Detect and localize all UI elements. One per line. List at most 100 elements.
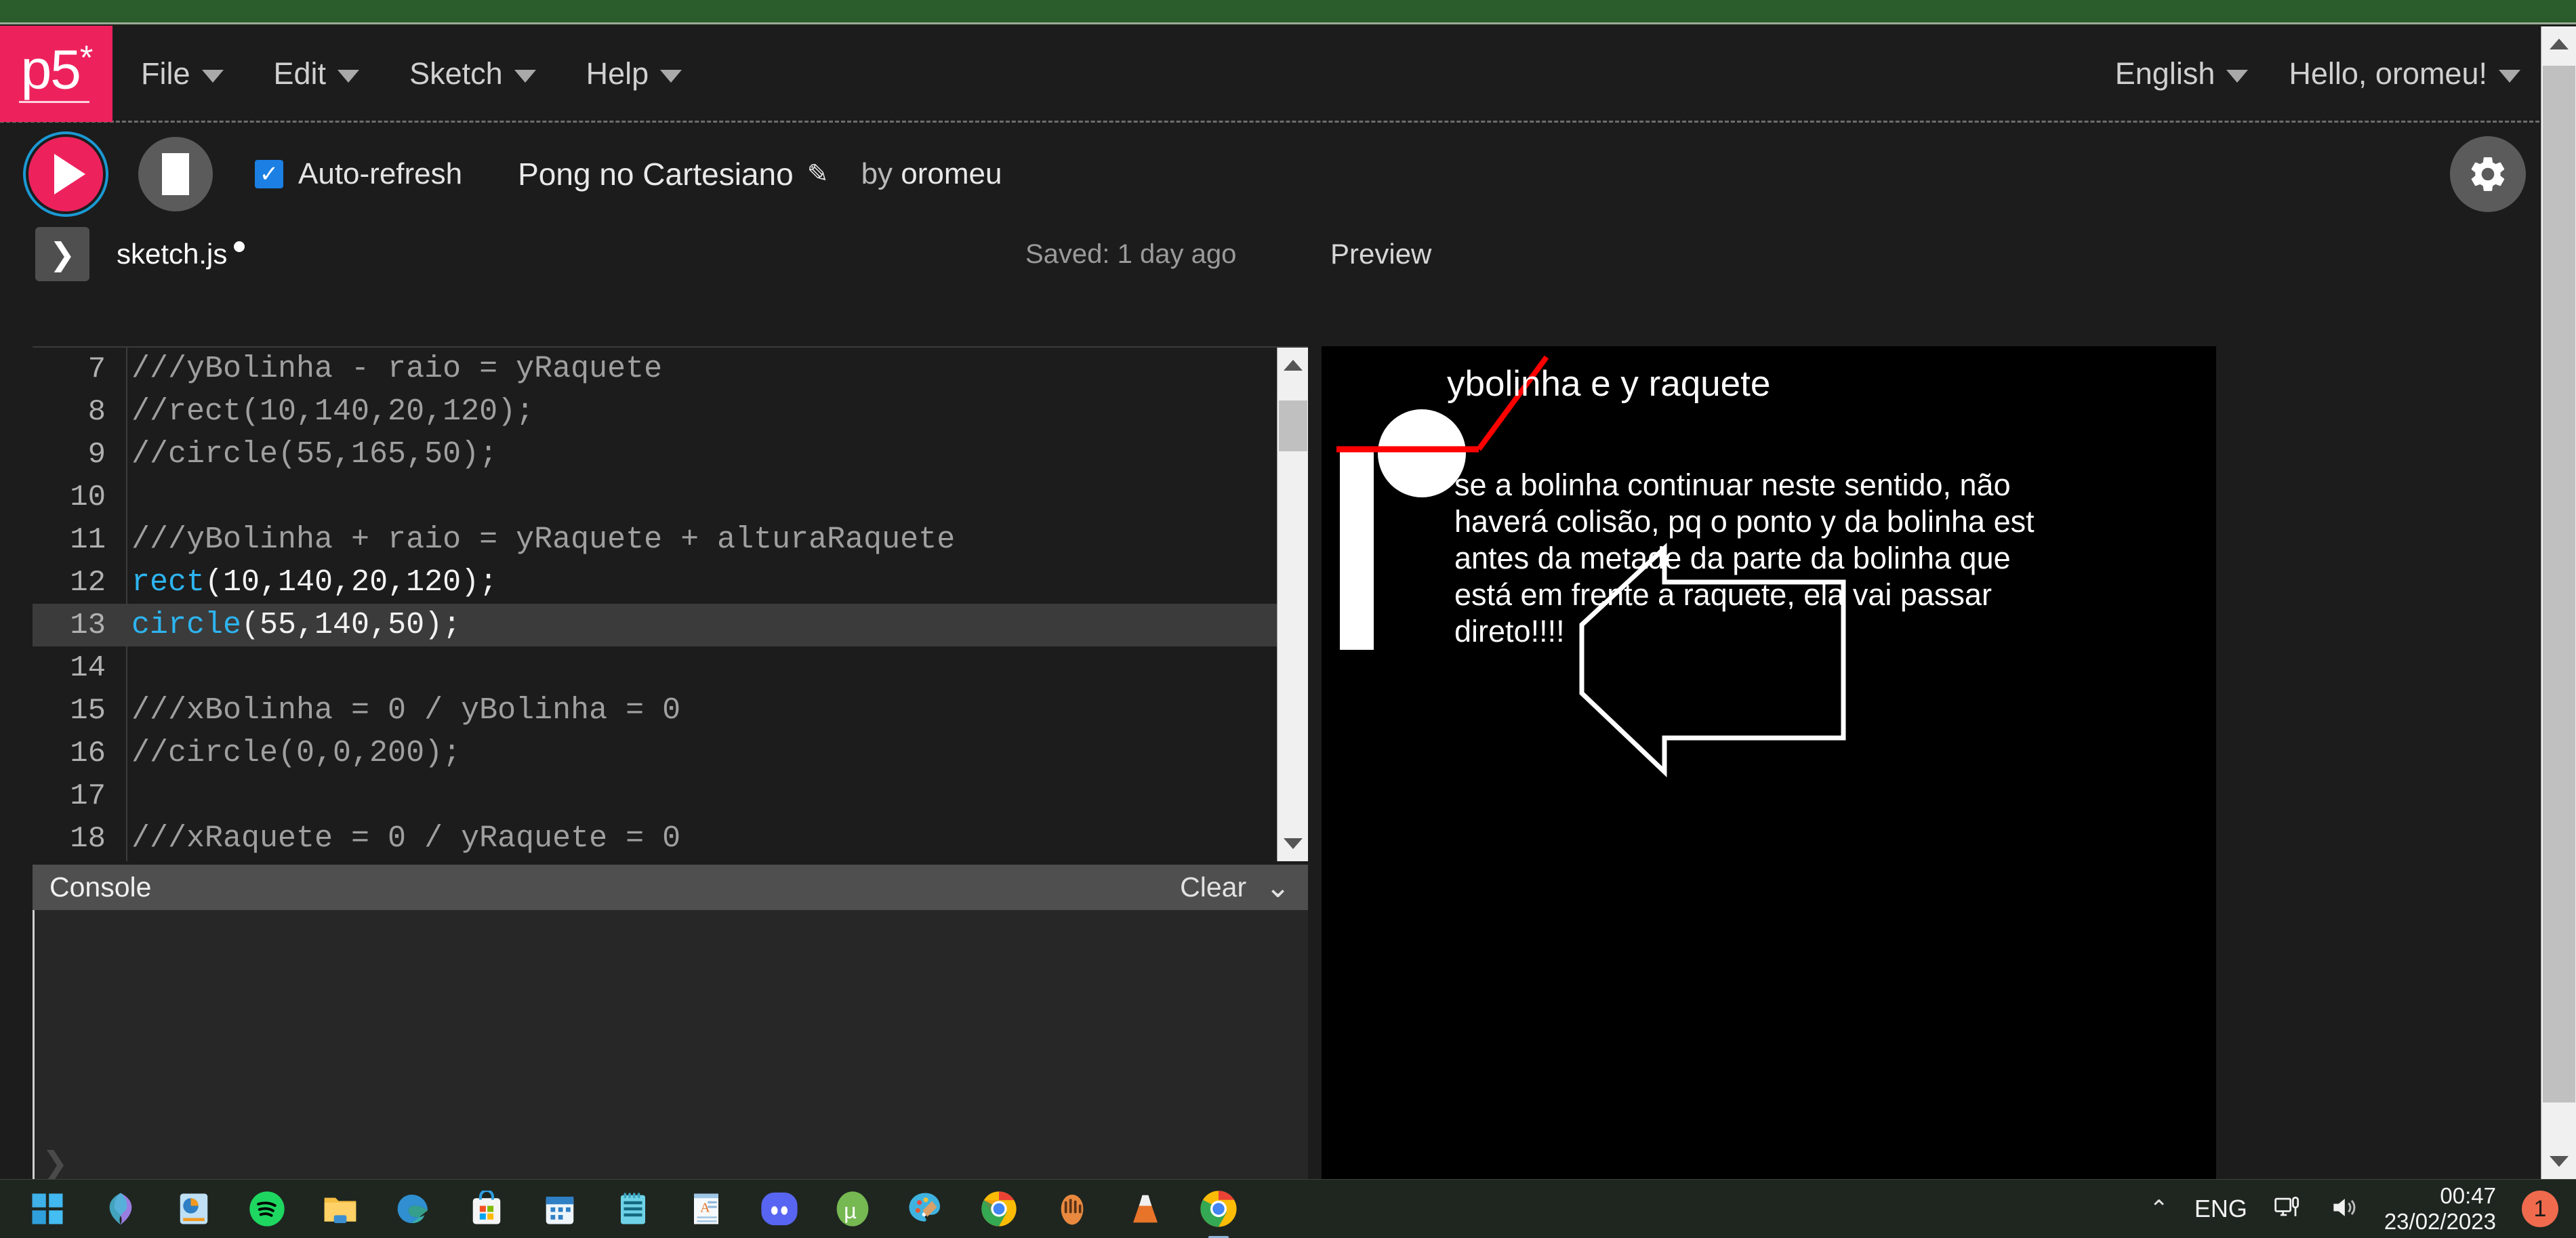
editor-subbar: ❯ sketch.js Saved: 1 day ago Preview	[0, 223, 2576, 285]
code-token: //circle(55,165,50);	[131, 437, 498, 472]
console-prompt-icon[interactable]: ❯	[42, 1144, 68, 1181]
console-output[interactable]	[33, 910, 1308, 1184]
line-number: 15	[70, 693, 106, 728]
scroll-up-icon[interactable]	[1283, 360, 1303, 371]
line-number: 13	[70, 608, 106, 642]
start-icon[interactable]	[26, 1187, 69, 1231]
chrome-icon[interactable]	[977, 1187, 1021, 1231]
line-number: 9	[87, 437, 106, 472]
clock-widget[interactable]: 00:47 23/02/2023	[2384, 1183, 2496, 1235]
gear-icon	[2471, 157, 2505, 191]
auto-refresh-label: Auto-refresh	[298, 157, 463, 190]
editor-scrollbar-thumb[interactable]	[1279, 400, 1307, 451]
show-hidden-icons-icon[interactable]: ⌃	[2149, 1195, 2169, 1222]
line-number: 12	[70, 565, 106, 600]
author-name[interactable]: oromeu	[901, 157, 1002, 190]
menu-sketch[interactable]: Sketch	[409, 56, 536, 91]
sketch-title-text: Pong no Cartesiano	[518, 156, 794, 192]
volume-icon[interactable]	[2329, 1193, 2358, 1226]
code-token: //rect(10,140,20,120);	[131, 394, 535, 429]
edge-icon[interactable]	[392, 1187, 435, 1231]
copilot-icon[interactable]	[99, 1187, 142, 1231]
scroll-up-icon[interactable]	[2549, 39, 2569, 49]
preview-canvas[interactable]: ybolinha e y raquete se a bolinha contin…	[1322, 346, 2216, 1201]
code-line[interactable]: 15 ///xBolinha = 0 / yBolinha = 0	[33, 689, 1308, 732]
utorrent-icon[interactable]: µ	[831, 1187, 874, 1231]
menu-file-label: File	[141, 56, 190, 91]
by-prefix: by	[861, 157, 901, 190]
microsoft-store-icon[interactable]	[465, 1187, 508, 1231]
menu-file[interactable]: File	[141, 56, 224, 91]
line-number: 7	[87, 352, 106, 386]
auto-refresh-toggle[interactable]: ✓ Auto-refresh	[255, 157, 462, 191]
pencil-icon[interactable]: ✎	[807, 159, 829, 189]
code-lines[interactable]: 7 ///yBolinha - raio = yRaquete 8 //rect(10…	[33, 348, 1308, 861]
editor-scrollbar[interactable]	[1277, 348, 1308, 861]
menu-help-label: Help	[586, 56, 649, 91]
code-line[interactable]: 11 ///yBolinha + raio = yRaquete + altura…	[33, 518, 1308, 561]
chevron-down-icon	[338, 70, 360, 83]
word-icon[interactable]: A	[684, 1187, 728, 1231]
code-text: //circle(55,165,50);	[131, 437, 497, 472]
code-line[interactable]: 13 circle(55,140,50);	[33, 604, 1308, 646]
spotify-icon[interactable]	[245, 1187, 289, 1231]
page-scrollbar-thumb[interactable]	[2543, 66, 2575, 1102]
settings-button[interactable]	[2450, 136, 2526, 212]
code-line[interactable]: 18 ///xRaquete = 0 / yRaquete = 0	[33, 817, 1308, 860]
chrome-active-icon[interactable]	[1197, 1187, 1240, 1231]
scroll-down-icon[interactable]	[1283, 838, 1303, 849]
line-number: 14	[70, 651, 106, 685]
checkbox-icon[interactable]: ✓	[255, 159, 283, 188]
menu-edit[interactable]: Edit	[274, 56, 360, 91]
input-language-indicator[interactable]: ENG	[2194, 1195, 2247, 1223]
file-explorer-icon[interactable]	[319, 1187, 362, 1231]
code-line[interactable]: 16 //circle(0,0,200);	[33, 732, 1308, 775]
sketch-title[interactable]: Pong no Cartesiano ✎	[518, 156, 828, 192]
line-number: 8	[87, 394, 106, 429]
chevron-down-icon[interactable]: ⌄	[1265, 872, 1290, 903]
powerpoint-icon[interactable]	[172, 1187, 216, 1231]
top-navbar: p5* File Edit Sketch Help English Hello,…	[0, 25, 2576, 123]
page-scrollbar[interactable]	[2541, 26, 2576, 1179]
line-number: 17	[70, 779, 106, 813]
file-tab-sketchjs[interactable]: sketch.js	[117, 238, 245, 270]
code-line[interactable]: 7 ///yBolinha - raio = yRaquete	[33, 348, 1308, 390]
code-line[interactable]: 9 //circle(55,165,50);	[33, 433, 1308, 476]
logo-underline	[19, 100, 89, 103]
play-button[interactable]	[28, 136, 103, 211]
menu-edit-label: Edit	[273, 56, 327, 91]
discord-icon[interactable]	[758, 1187, 801, 1231]
console-title: Console	[49, 871, 152, 903]
code-text: rect(10,140,20,120);	[131, 565, 497, 600]
gimp-icon[interactable]	[1050, 1187, 1094, 1231]
account-menu[interactable]: Hello, oromeu!	[2289, 56, 2520, 91]
code-editor[interactable]: 7 ///yBolinha - raio = yRaquete 8 //rect(10…	[33, 346, 1308, 861]
code-text: ///xRaquete = 0 / yRaquete = 0	[131, 821, 680, 856]
clock-date: 23/02/2023	[2384, 1209, 2496, 1234]
calendar-icon[interactable]	[538, 1187, 581, 1231]
p5-logo[interactable]: p5*	[0, 25, 113, 122]
paint-icon[interactable]	[904, 1187, 947, 1231]
notification-badge[interactable]: 1	[2522, 1191, 2558, 1227]
scroll-down-icon[interactable]	[2549, 1156, 2569, 1167]
clear-console-button[interactable]: Clear	[1180, 871, 1246, 903]
stop-button[interactable]	[138, 136, 213, 211]
language-selector[interactable]: English	[2115, 56, 2249, 91]
code-token: (10,140,20,120);	[205, 565, 498, 600]
code-line[interactable]: 12 rect(10,140,20,120);	[33, 561, 1308, 604]
sidebar-toggle-button[interactable]: ❯	[35, 227, 89, 281]
code-line[interactable]: 14	[33, 646, 1308, 689]
code-line[interactable]: 17	[33, 775, 1308, 817]
display-icon[interactable]	[2273, 1193, 2303, 1226]
notepad-icon[interactable]	[611, 1187, 655, 1231]
saved-status: Saved: 1 day ago	[1025, 239, 1237, 269]
code-line[interactable]: 10	[33, 476, 1308, 518]
code-line[interactable]: 8 //rect(10,140,20,120);	[33, 390, 1308, 433]
chevron-down-icon	[2499, 70, 2520, 83]
code-text: //circle(0,0,200);	[131, 736, 461, 770]
menu-help[interactable]: Help	[586, 56, 682, 91]
chevron-down-icon	[514, 70, 536, 83]
code-token: ///yBolinha + raio = yRaquete + alturaRa…	[131, 522, 956, 557]
vlc-icon[interactable]	[1124, 1187, 1167, 1231]
logo-text: p5	[20, 39, 81, 101]
